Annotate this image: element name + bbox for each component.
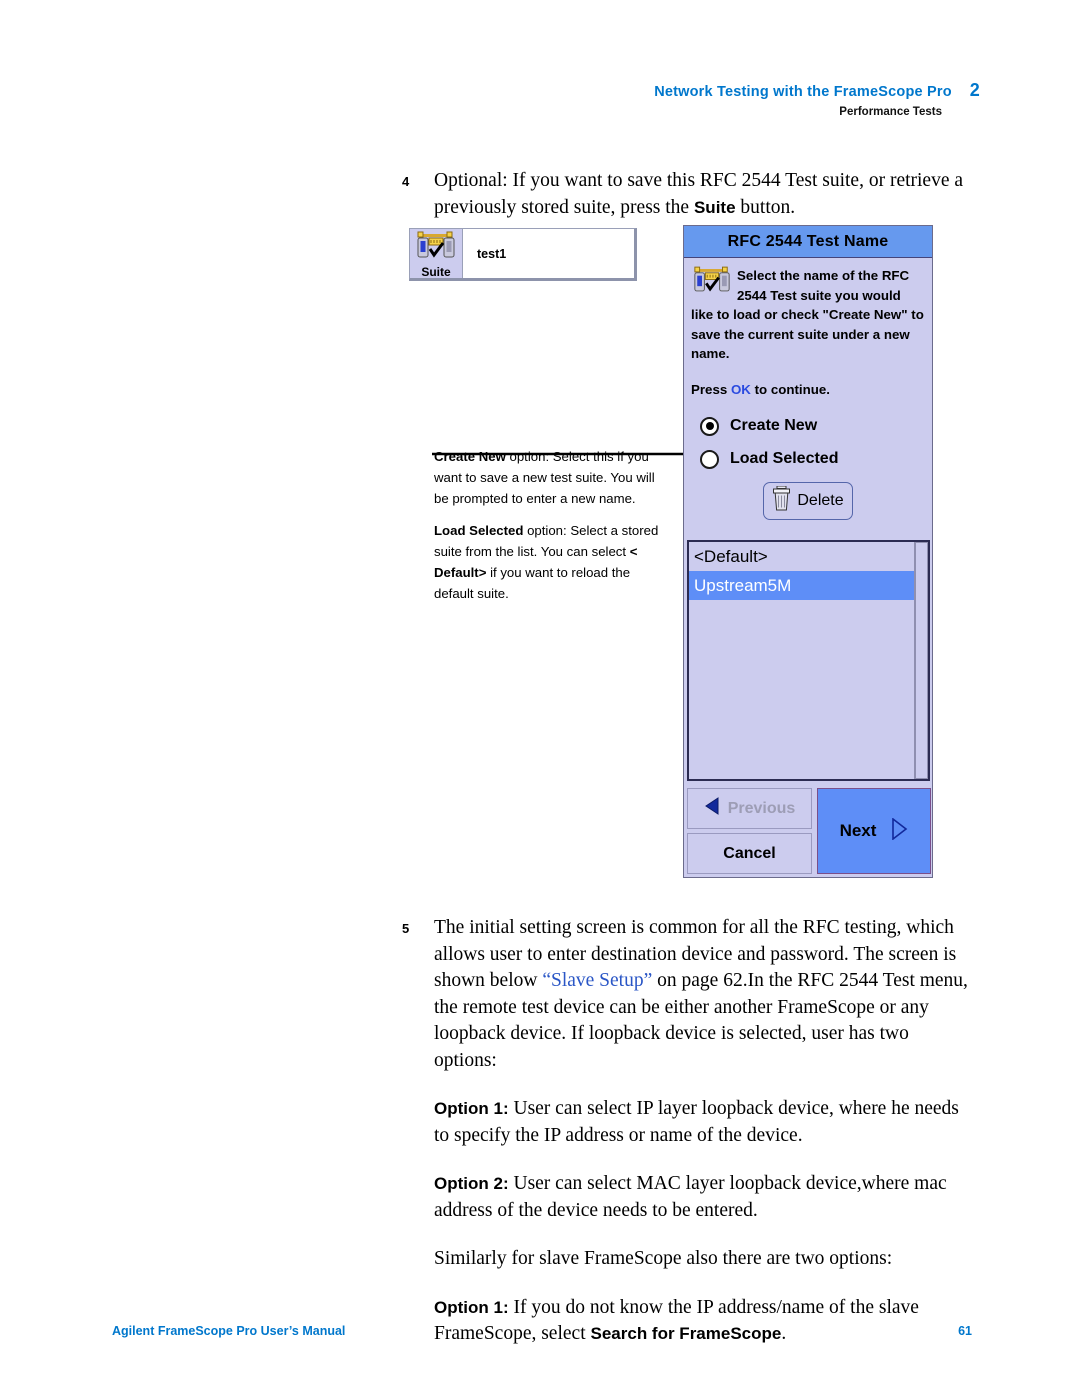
radio-button-icon [700,416,719,436]
option-2-label: Option 2: [434,1174,509,1193]
left-triangle-icon [704,797,720,820]
suite-test-icon [415,231,457,264]
suite-button-label: Suite [421,265,451,279]
radio-button-icon [700,449,719,469]
footer-page-number: 61 [958,1324,972,1338]
press-suffix: to continue. [750,381,830,397]
paragraph-option-2-mac: Option 2: User can select MAC layer loop… [398,1171,968,1224]
suite-list-box[interactable]: <Default> Upstream5M [687,540,930,781]
scrollbar-thumb[interactable] [915,542,928,779]
trash-icon [772,485,791,516]
next-button[interactable]: Next [817,788,931,874]
header-chapter-line: Network Testing with the FrameScope Pro 2 [0,80,980,101]
header-section: Performance Tests [839,106,942,118]
dialog-instruction: Select the name of the RFC 2544 Test sui… [691,266,925,364]
list-item[interactable]: <Default> [689,542,914,571]
slave-setup-xref-link[interactable]: “Slave Setup” [542,970,652,991]
list-scrollbar[interactable] [914,542,928,779]
paragraph-option-1-ip: Option 1: User can select IP layer loopb… [398,1096,968,1149]
rfc-test-name-dialog: RFC 2544 Test Name Select the name of th… [683,225,933,878]
paragraph-similarly-slave: Similarly for slave FrameScope also ther… [398,1246,968,1273]
step-4-text-after: button. [735,196,796,218]
radio-create-new-label: Create New [730,417,818,434]
header-chapter-title: Network Testing with the FrameScope Pro [654,84,952,100]
slave-option-1-label: Option 1: [434,1297,509,1317]
suite-name-field[interactable]: test1 [463,229,634,278]
ok-key-label: OK [730,381,751,397]
option-1-text: User can select IP layer loopback device… [434,1098,959,1146]
similarly-text: Similarly for slave FrameScope also ther… [434,1248,893,1269]
dialog-title: RFC 2544 Test Name [727,232,889,250]
previous-button[interactable]: Previous [687,788,812,829]
cancel-button[interactable]: Cancel [687,833,812,874]
suite-list-items: <Default> Upstream5M [689,542,914,779]
step-4: 4 Optional: If you want to save this RFC … [398,168,968,221]
radio-load-selected-label: Load Selected [730,450,839,467]
step-5-number: 5 [402,921,410,936]
right-triangle-icon [890,816,908,845]
radio-create-new[interactable]: Create New [700,416,925,436]
suite-button[interactable]: Suite [410,229,463,279]
dialog-press-ok-line: Press OK to continue. [691,382,925,397]
callout-load-selected-bold: Load Selected [434,523,524,539]
suite-test-icon [692,266,732,299]
step-4-bold-suite: Suite [693,197,736,217]
callout-load-selected: Load Selected option: Select a stored su… [434,521,662,604]
callout-create-new-bold: Create New [434,449,506,464]
option-2-text: User can select MAC layer loopback devic… [434,1173,947,1221]
suite-button-screenshot: Suite test1 [409,228,637,281]
delete-button-row: Delete [691,481,925,520]
page-footer: Agilent FrameScope Pro User’s Manual 61 [112,1324,972,1338]
delete-button-label: Delete [797,491,844,509]
step-5: 5 The initial setting screen is common fo… [398,915,968,1074]
delete-button[interactable]: Delete [763,481,853,520]
press-prefix: Press [691,381,731,397]
next-button-label: Next [839,821,877,840]
step-4-number: 4 [402,174,410,189]
radio-load-selected[interactable]: Load Selected [700,449,925,469]
list-item[interactable]: Upstream5M [689,571,914,600]
paragraph-slave-option-1: Option 1: If you do not know the IP addr… [398,1295,968,1348]
dialog-body: Select the name of the RFC 2544 Test sui… [684,258,932,520]
header-chapter-number: 2 [969,80,980,100]
page-header: Network Testing with the FrameScope Pro 2… [0,80,1080,118]
callout-text-block: Create New option: Select this if you wa… [434,447,662,617]
footer-manual-title: Agilent FrameScope Pro User’s Manual [112,1324,346,1338]
callout-create-new: Create New option: Select this if you wa… [434,447,662,509]
previous-button-label: Previous [727,799,796,817]
dialog-title-bar: RFC 2544 Test Name [684,226,932,258]
option-1-label: Option 1: [434,1099,509,1118]
cancel-button-label: Cancel [723,844,776,862]
dialog-button-row: Previous Cancel Next [686,787,932,875]
